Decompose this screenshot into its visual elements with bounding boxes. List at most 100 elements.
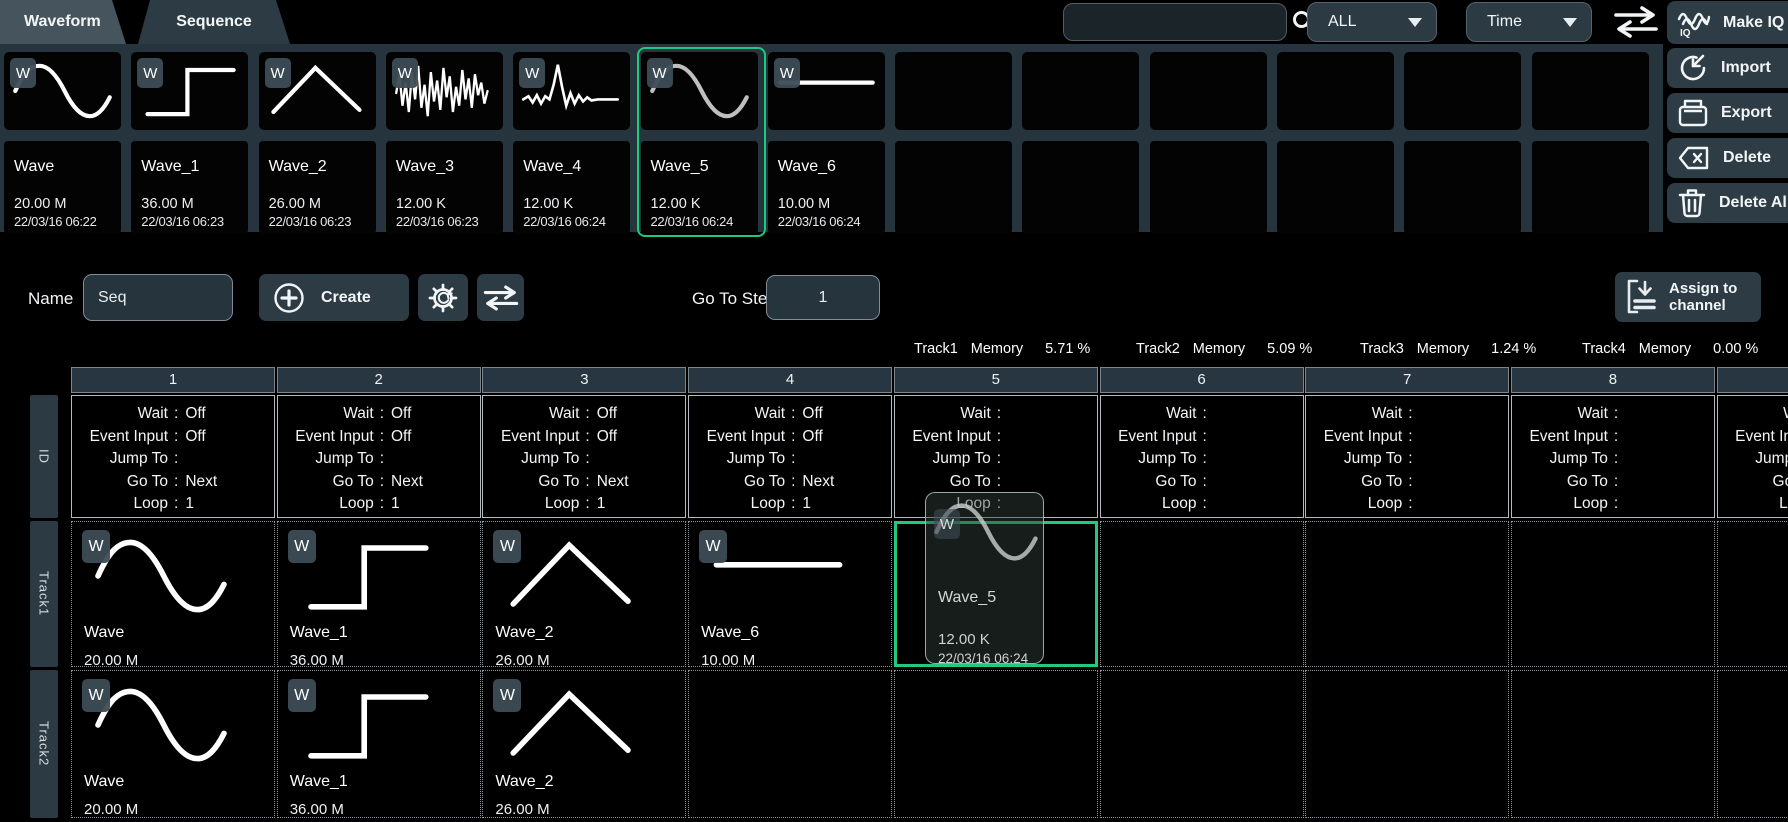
track-waveform-name: Wave_2 (495, 624, 553, 642)
chevron-down-icon (1408, 18, 1422, 27)
make-iq-button[interactable]: IQ Make IQ (1667, 1, 1788, 44)
step-parameters-cell[interactable]: Wait:Off Event Input:Off Jump To: Go To:… (688, 395, 892, 518)
search-box[interactable] (1063, 3, 1287, 41)
w-badge: W (288, 530, 316, 563)
track-cell[interactable]: W Wave 20.00 M (71, 521, 275, 667)
step-parameters-cell[interactable]: Wait:Off Event Input:Off Jump To: Go To:… (277, 395, 481, 518)
waveform-size: 20.00 M (14, 196, 66, 212)
import-button[interactable]: Import (1667, 48, 1788, 88)
waveform-card-selected[interactable]: W Wave_5 12.00 K 22/03/16 06:24 (641, 52, 758, 228)
step-parameters-cell[interactable]: Wait: Event Input: Jump To: Go To: Loop: (1511, 395, 1715, 518)
step-parameters-cell[interactable]: Wait:Off Event Input:Off Jump To: Go To:… (71, 395, 275, 518)
track-cell[interactable] (894, 670, 1098, 818)
track-cell[interactable] (1717, 670, 1788, 818)
track2-memory: Track2Memory5.09 % (1136, 341, 1312, 357)
waveform-card[interactable]: W Wave 20.00 M 22/03/16 06:22 (4, 52, 121, 228)
step-column-header: 8 (1511, 367, 1715, 393)
sort-direction-button[interactable] (1612, 4, 1660, 40)
waveform-name: Wave_3 (396, 158, 454, 176)
step-parameters-cell[interactable]: Wait: Event Input: Jump To: Go To: Loop: (1717, 395, 1788, 518)
chevron-down-icon (1563, 18, 1577, 27)
track-cell[interactable] (1100, 670, 1304, 818)
waveform-card[interactable]: W Wave_1 36.00 M 22/03/16 06:23 (131, 52, 248, 228)
track-cell[interactable] (1511, 521, 1715, 667)
tab-waveform-label: Waveform (24, 13, 101, 30)
import-label: Import (1721, 59, 1771, 77)
export-label: Export (1721, 104, 1772, 122)
track-waveform-size: 10.00 M (701, 652, 755, 669)
track-waveform-name: Wave_1 (290, 624, 348, 642)
waveform-thumbnail: W (259, 52, 376, 130)
step-column-header: 1 (71, 367, 275, 393)
sequence-settings-button[interactable] (418, 274, 468, 321)
waveform-name: Wave_1 (141, 158, 199, 176)
waveform-size: 12.00 K (396, 196, 446, 212)
waveform-card[interactable]: W Wave_2 26.00 M 22/03/16 06:23 (259, 52, 376, 228)
track-cell[interactable]: W Wave_6 10.00 M (688, 521, 892, 667)
delete-button[interactable]: Delete (1667, 138, 1788, 178)
waveform-thumbnail: W (513, 52, 630, 130)
track-waveform-size: 26.00 M (495, 652, 549, 669)
w-badge: W (493, 530, 521, 563)
waveform-card[interactable]: W Wave_4 12.00 K 22/03/16 06:24 (513, 52, 630, 228)
waveform-size: 12.00 K (651, 196, 701, 212)
step-column-header: 5 (894, 367, 1098, 393)
waveform-name: Wave_5 (651, 158, 709, 176)
track-waveform-name: Wave_6 (701, 624, 759, 642)
track4-memory: Track4Memory0.00 % (1582, 341, 1758, 357)
filter-type-dropdown[interactable]: ALL (1307, 2, 1437, 42)
make-iq-label: Make IQ (1723, 14, 1784, 32)
create-button[interactable]: Create (259, 274, 409, 321)
waveform-date: 22/03/16 06:22 (14, 214, 97, 229)
waveform-thumbnail: W (641, 52, 758, 130)
delete-all-button[interactable]: Delete All (1667, 183, 1788, 223)
sequence-swap-button[interactable] (477, 274, 524, 321)
empty-waveform-slot (1532, 52, 1649, 228)
waveform-size: 10.00 M (778, 196, 830, 212)
waveform-card[interactable]: W Wave_6 10.00 M 22/03/16 06:24 (768, 52, 885, 228)
track-cell[interactable]: W Wave_1 36.00 M (277, 521, 481, 667)
ghost-name: Wave_5 (938, 589, 996, 607)
waveform-date: 22/03/16 06:23 (269, 214, 352, 229)
track-cell[interactable]: W Wave_2 26.00 M (482, 521, 686, 667)
empty-waveform-slot (895, 52, 1012, 228)
w-badge: W (288, 679, 316, 712)
track-cell[interactable] (1305, 670, 1509, 818)
goto-step-input[interactable] (766, 275, 880, 320)
tab-waveform[interactable]: Waveform (0, 0, 126, 44)
waveform-card[interactable]: W Wave_3 12.00 K 22/03/16 06:23 (386, 52, 503, 228)
track-cell[interactable]: W Wave 20.00 M (71, 670, 275, 818)
svg-text:IQ: IQ (1680, 28, 1691, 39)
empty-waveform-slot (1150, 52, 1267, 228)
track-cell[interactable] (1717, 521, 1788, 667)
row-label-track2: Track2 (30, 670, 58, 818)
track-cell[interactable] (1305, 521, 1509, 667)
waveform-card-info: Wave_1 36.00 M 22/03/16 06:23 (131, 141, 248, 234)
track-cell[interactable] (1100, 521, 1304, 667)
sort-mode-value: Time (1487, 13, 1522, 31)
ghost-date: 22/03/16 06:24 (938, 651, 1028, 666)
search-input[interactable] (1064, 13, 1291, 31)
delete-label: Delete (1723, 149, 1771, 167)
sequence-name-input[interactable] (83, 274, 233, 321)
plus-circle-icon (273, 282, 305, 314)
track-cell[interactable]: W Wave_2 26.00 M (482, 670, 686, 818)
tab-sequence[interactable]: Sequence (138, 0, 290, 44)
waveform-size: 36.00 M (141, 196, 193, 212)
track-cell[interactable] (688, 670, 892, 818)
w-badge: W (265, 58, 291, 88)
waveform-date: 22/03/16 06:24 (778, 214, 861, 229)
assign-to-channel-button[interactable]: Assign tochannel (1615, 272, 1761, 322)
goto-step-label: Go To Step (692, 289, 777, 309)
step-parameters-cell[interactable]: Wait: Event Input: Jump To: Go To: Loop: (1100, 395, 1304, 518)
step-parameters-cell[interactable]: Wait: Event Input: Jump To: Go To: Loop: (1305, 395, 1509, 518)
sort-mode-dropdown[interactable]: Time (1466, 2, 1592, 42)
track-cell[interactable] (1511, 670, 1715, 818)
export-button[interactable]: Export (1667, 93, 1788, 133)
track-cell[interactable]: W Wave_1 36.00 M (277, 670, 481, 818)
track-waveform-name: Wave (84, 624, 124, 642)
w-badge: W (82, 679, 110, 712)
step-parameters-cell[interactable]: Wait:Off Event Input:Off Jump To: Go To:… (482, 395, 686, 518)
trash-icon (1677, 187, 1707, 219)
step-column-header (1717, 367, 1788, 393)
